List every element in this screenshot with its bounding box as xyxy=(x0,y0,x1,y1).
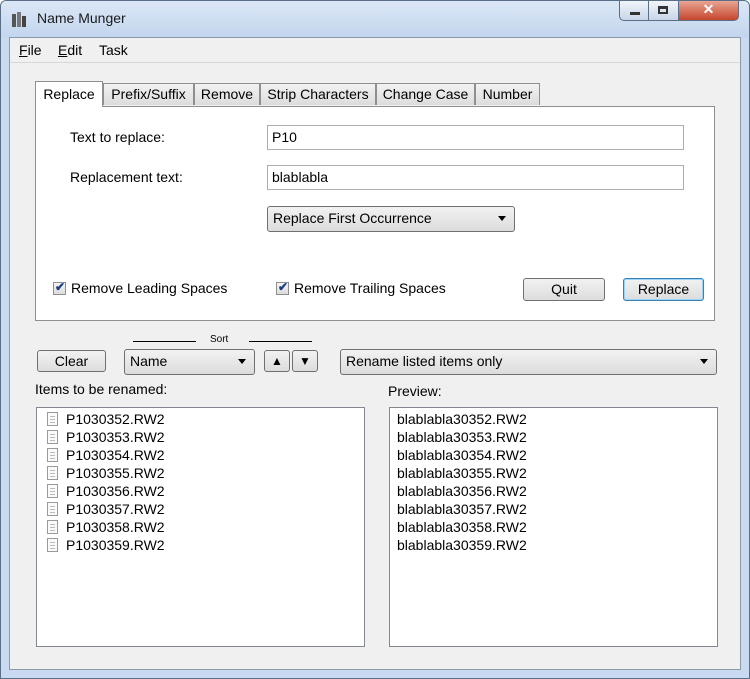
rename-scope-select[interactable]: Rename listed items only xyxy=(340,349,717,375)
item-filename: P1030353.RW2 xyxy=(66,429,165,445)
sort-by-select[interactable]: Name xyxy=(124,349,255,375)
replacement-text-input[interactable]: blablabla xyxy=(267,165,684,190)
close-button[interactable]: ✕ xyxy=(679,1,739,21)
sort-label: Sort xyxy=(210,334,229,345)
text-to-replace-input[interactable]: P10 xyxy=(267,125,684,150)
close-icon: ✕ xyxy=(702,1,715,17)
minimize-icon xyxy=(630,12,640,15)
quit-button[interactable]: Quit xyxy=(523,278,605,301)
list-item[interactable]: P1030357.RW2 xyxy=(47,500,165,518)
item-filename: P1030356.RW2 xyxy=(66,483,165,499)
text-to-replace-label: Text to replace: xyxy=(70,129,165,145)
file-icon xyxy=(47,448,58,462)
tab-strip-characters[interactable]: Strip Characters xyxy=(260,83,376,105)
preview-title: Preview: xyxy=(388,383,442,399)
preview-item: blablabla30353.RW2 xyxy=(397,429,527,445)
title-bar[interactable]: Name Munger ✕ xyxy=(1,1,749,37)
preview-item: blablabla30352.RW2 xyxy=(397,411,527,427)
sort-ascending-button[interactable]: ▲ xyxy=(264,350,290,372)
checkmark-icon: ✔ xyxy=(278,280,289,294)
item-filename: P1030354.RW2 xyxy=(66,447,165,463)
item-filename: P1030357.RW2 xyxy=(66,501,165,517)
tab-replace[interactable]: Replace xyxy=(35,81,103,107)
replace-mode-select[interactable]: Replace First Occurrence xyxy=(267,206,515,232)
tab-number[interactable]: Number xyxy=(475,83,540,105)
items-list[interactable]: P1030352.RW2 P1030353.RW2 P1030354.RW2 P103… xyxy=(36,407,365,647)
list-item[interactable]: P1030356.RW2 xyxy=(47,482,165,500)
menu-bar: File Edit Task xyxy=(10,38,740,63)
replace-panel: Text to replace: P10 Replacement text: b… xyxy=(35,106,715,321)
file-icon xyxy=(47,430,58,444)
items-rows: P1030352.RW2 P1030353.RW2 P1030354.RW2 P103… xyxy=(47,410,165,554)
tab-change-case[interactable]: Change Case xyxy=(376,83,475,105)
list-item[interactable]: P1030352.RW2 xyxy=(47,410,165,428)
preview-rows: blablabla30352.RW2 blablabla30353.RW2 blab… xyxy=(397,410,527,554)
tab-remove[interactable]: Remove xyxy=(194,83,260,105)
checkmark-icon: ✔ xyxy=(55,280,66,294)
sort-divider-right xyxy=(249,341,312,342)
file-icon xyxy=(47,520,58,534)
items-title: Items to be renamed: xyxy=(35,381,168,397)
maximize-button[interactable] xyxy=(649,1,679,21)
file-icon xyxy=(47,538,58,552)
remove-trailing-label: Remove Trailing Spaces xyxy=(294,280,446,296)
replace-button[interactable]: Replace xyxy=(623,278,704,301)
sort-descending-button[interactable]: ▼ xyxy=(292,350,318,372)
menu-file[interactable]: File xyxy=(19,42,42,58)
file-icon xyxy=(47,466,58,480)
remove-leading-label: Remove Leading Spaces xyxy=(71,280,228,296)
item-filename: P1030359.RW2 xyxy=(66,537,165,553)
list-item[interactable]: P1030359.RW2 xyxy=(47,536,165,554)
preview-item: blablabla30359.RW2 xyxy=(397,537,527,553)
file-icon xyxy=(47,484,58,498)
chevron-down-icon xyxy=(238,359,246,364)
menu-task[interactable]: Task xyxy=(99,42,128,58)
remove-leading-checkbox[interactable]: ✔ xyxy=(53,280,66,295)
replacement-text-label: Replacement text: xyxy=(70,169,183,185)
file-icon xyxy=(47,412,58,426)
preview-item: blablabla30354.RW2 xyxy=(397,447,527,463)
list-item[interactable]: P1030355.RW2 xyxy=(47,464,165,482)
window-title: Name Munger xyxy=(37,10,126,26)
arrow-up-icon: ▲ xyxy=(271,354,283,368)
menu-edit[interactable]: Edit xyxy=(58,42,82,58)
app-icon xyxy=(12,12,26,27)
rename-scope-value: Rename listed items only xyxy=(346,353,503,369)
file-icon xyxy=(47,502,58,516)
preview-item: blablabla30357.RW2 xyxy=(397,501,527,517)
arrow-down-icon: ▼ xyxy=(299,354,311,368)
client-area: File Edit Task Replace Prefix/Suffix Rem… xyxy=(9,37,741,670)
item-filename: P1030352.RW2 xyxy=(66,411,165,427)
app-window: Name Munger ✕ File Edit Task Replace Pre… xyxy=(0,0,750,679)
clear-button[interactable]: Clear xyxy=(37,350,106,372)
sort-by-value: Name xyxy=(130,353,168,369)
preview-list[interactable]: blablabla30352.RW2 blablabla30353.RW2 blab… xyxy=(389,407,718,647)
preview-item: blablabla30358.RW2 xyxy=(397,519,527,535)
list-item[interactable]: P1030353.RW2 xyxy=(47,428,165,446)
maximize-icon xyxy=(658,6,668,14)
tab-prefix-suffix[interactable]: Prefix/Suffix xyxy=(103,83,194,105)
list-item[interactable]: P1030358.RW2 xyxy=(47,518,165,536)
item-filename: P1030355.RW2 xyxy=(66,465,165,481)
preview-item: blablabla30356.RW2 xyxy=(397,483,527,499)
minimize-button[interactable] xyxy=(619,1,649,21)
replace-mode-value: Replace First Occurrence xyxy=(273,210,432,226)
list-item[interactable]: P1030354.RW2 xyxy=(47,446,165,464)
preview-item: blablabla30355.RW2 xyxy=(397,465,527,481)
remove-trailing-checkbox[interactable]: ✔ xyxy=(276,280,289,295)
chevron-down-icon xyxy=(700,359,708,364)
item-filename: P1030358.RW2 xyxy=(66,519,165,535)
sort-divider-left xyxy=(133,341,196,342)
chevron-down-icon xyxy=(498,216,506,221)
